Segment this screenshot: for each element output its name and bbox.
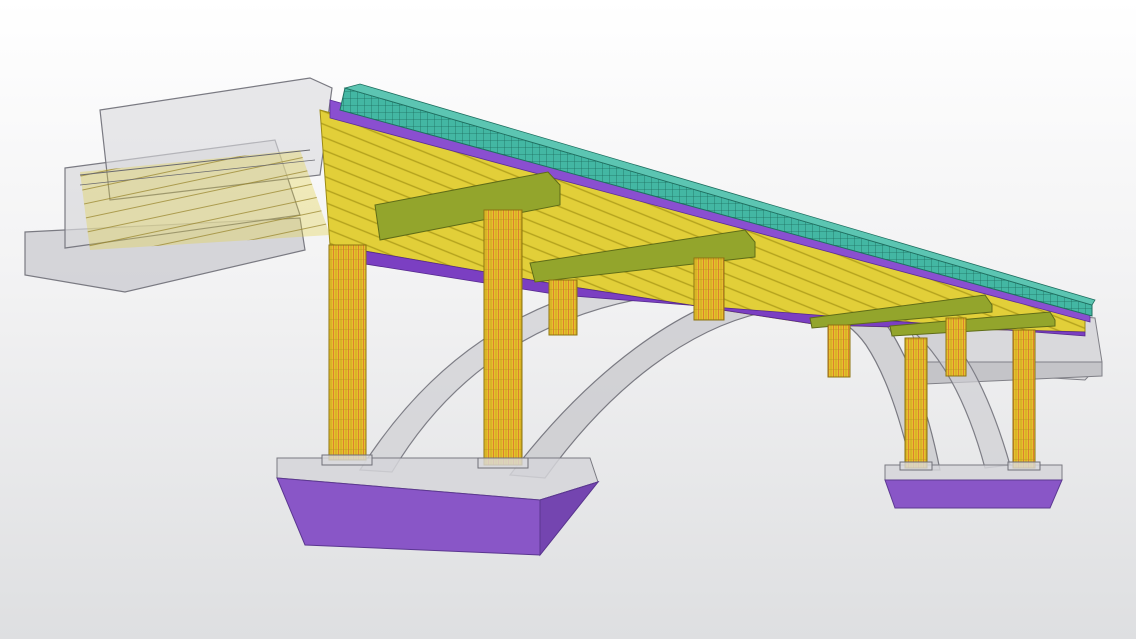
pier-column (548, 279, 578, 336)
right-footing (884, 464, 1063, 509)
pier-column (1012, 329, 1036, 469)
pier-column (827, 324, 851, 378)
pier-column (328, 244, 367, 461)
left-footing (276, 457, 600, 557)
pier-column (945, 317, 967, 377)
pier-column (693, 257, 725, 321)
bridge-model-drawing (24, 77, 1103, 557)
bridge-model-viewport[interactable] (0, 0, 1136, 639)
pier-column (904, 337, 928, 469)
pier-column (483, 209, 523, 466)
left-abutment (24, 77, 333, 293)
